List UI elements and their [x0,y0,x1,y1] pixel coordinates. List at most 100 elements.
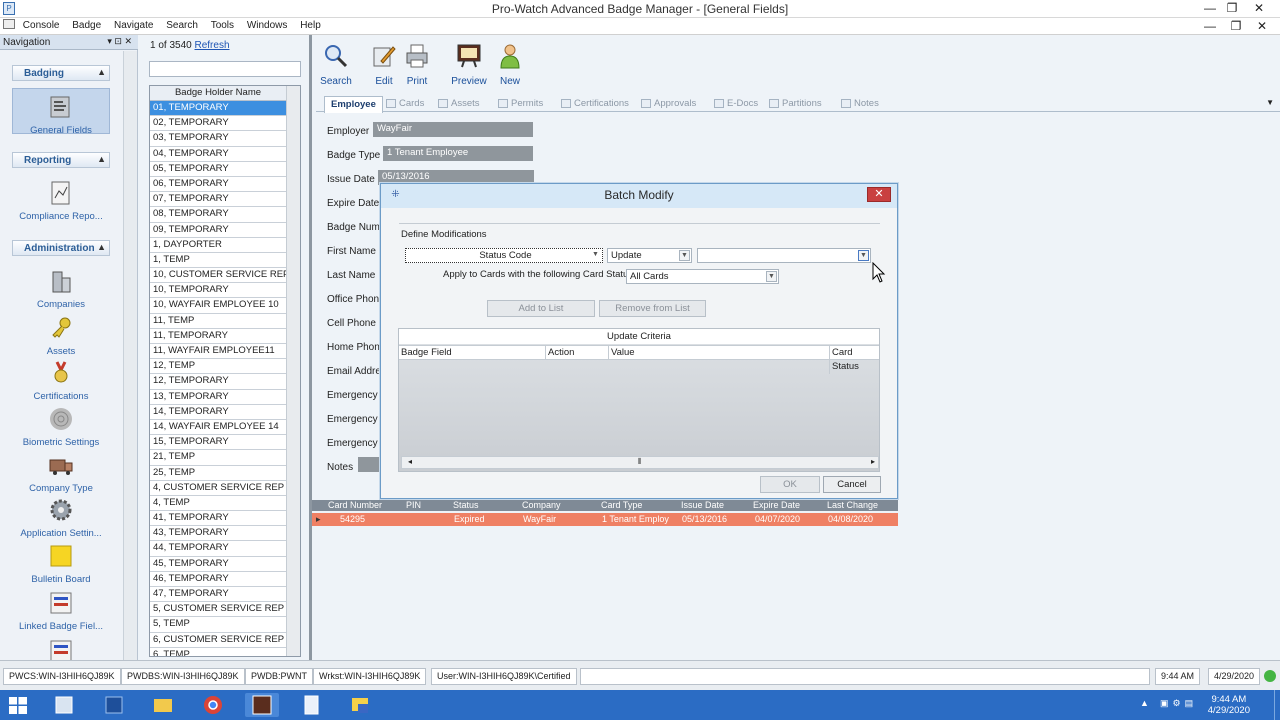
tab-assets[interactable]: Assets [436,96,480,112]
mdi-minimize-button[interactable]: — [1196,18,1224,35]
list-item[interactable]: 10, WAYFAIR EMPLOYEE 10 [150,298,288,314]
list-item[interactable]: 05, TEMPORARY [150,162,288,177]
list-item[interactable]: 41, TEMPORARY [150,511,288,527]
preview-button[interactable]: Preview [449,43,489,87]
taskbar-powershell-icon[interactable] [97,693,131,717]
list-item[interactable]: 04, TEMPORARY [150,147,288,162]
notes-field[interactable] [358,457,382,472]
list-item[interactable]: 03, TEMPORARY [150,131,288,147]
nav-linked-badge-fields[interactable]: Linked Badge Fiel... [12,590,110,632]
remove-from-list-button[interactable]: Remove from List [599,300,706,317]
taskbar-server-manager-icon[interactable] [47,693,81,717]
navigation-scrollbar[interactable] [123,51,137,660]
list-item[interactable]: 6, TEMP [150,648,288,656]
col-card-number[interactable]: Card Number [328,500,382,510]
criteria-horizontal-scrollbar[interactable]: ◂ ⦀ ▸ [401,456,879,469]
nav-more-item[interactable] [12,638,110,660]
col-action[interactable]: Action [545,346,574,360]
tab-cards[interactable]: Cards [384,96,424,112]
refresh-link[interactable]: Refresh [195,40,230,51]
list-item[interactable]: 15, TEMPORARY [150,435,288,451]
col-value[interactable]: Value [608,346,635,360]
tray-expand-icon[interactable]: ▲ [1140,698,1149,708]
collapse-icon[interactable]: ▲ [97,67,106,77]
list-item[interactable]: 43, TEMPORARY [150,526,288,542]
tab-employee[interactable]: Employee [324,96,383,113]
list-item[interactable]: 13, TEMPORARY [150,390,288,405]
badge-type-field[interactable]: 1 Tenant Employee [383,146,533,161]
list-item[interactable]: 14, WAYFAIR EMPLOYEE 14 [150,420,288,436]
nav-application-settings[interactable]: Application Settin... [12,497,110,539]
col-card-type[interactable]: Card Type [601,500,642,510]
card-status-combo[interactable]: All Cards ▼ [626,269,779,284]
list-item[interactable]: 4, TEMP [150,496,288,512]
ok-button[interactable]: OK [760,476,820,493]
list-item[interactable]: 4, CUSTOMER SERVICE REP [150,481,288,496]
col-issue-date[interactable]: Issue Date [681,500,724,510]
nav-assets[interactable]: Assets [12,315,110,357]
taskbar-explorer-icon[interactable] [146,693,180,717]
section-reporting[interactable]: Reporting ▲ [12,152,110,168]
menu-badge[interactable]: Badge [67,18,106,33]
nav-compliance-report[interactable]: Compliance Repo... [12,180,110,222]
taskbar-document-icon[interactable] [294,693,328,717]
list-item[interactable]: 46, TEMPORARY [150,572,288,587]
badge-field-combo[interactable]: Status Code ▼ [405,248,603,263]
list-item[interactable]: 25, TEMP [150,466,288,481]
pane-controls-icon[interactable]: ▾ ⊡ ✕ [107,36,132,47]
nav-company-type[interactable]: Company Type [12,452,110,494]
col-badge-field[interactable]: Badge Field [401,346,452,360]
chevron-down-icon[interactable]: ▼ [766,271,777,282]
dialog-title-bar[interactable]: ⁜ Batch Modify ✕ [381,184,897,208]
list-item[interactable]: 11, TEMP [150,314,288,329]
list-item[interactable]: 12, TEMP [150,359,288,375]
list-item[interactable]: 47, TEMPORARY [150,587,288,603]
chevron-down-icon[interactable]: ▼ [590,250,601,261]
list-item[interactable]: 5, CUSTOMER SERVICE REP [150,602,288,618]
collapse-icon[interactable]: ▲ [97,154,106,164]
list-item[interactable]: 11, WAYFAIR EMPLOYEE11 [150,344,288,360]
nav-companies[interactable]: Companies [12,268,110,310]
print-button[interactable]: Print [397,43,437,87]
list-item[interactable]: 6, CUSTOMER SERVICE REP [150,633,288,648]
list-item[interactable]: 1, TEMP [150,253,288,269]
tab-overflow-icon[interactable]: ▼ [1266,98,1274,107]
scroll-right-icon[interactable]: ▸ [871,457,875,466]
employer-field[interactable]: WayFair [373,122,533,137]
col-last-change[interactable]: Last Change [827,500,878,510]
tab-edocs[interactable]: E-Docs [712,96,758,112]
menu-navigate[interactable]: Navigate [109,18,158,33]
new-button[interactable]: New [490,43,530,87]
restore-button[interactable]: ❐ [1218,0,1246,17]
scroll-left-icon[interactable]: ◂ [408,457,412,466]
taskbar-app-icon[interactable] [343,693,377,717]
list-item[interactable]: 02, TEMPORARY [150,116,288,132]
menu-console[interactable]: Console [18,18,65,33]
taskbar-clock[interactable]: 9:44 AM 4/29/2020 [1208,694,1250,716]
card-row[interactable]: ▸ 54295 Expired WayFair 1 Tenant Employ … [312,513,898,526]
list-item[interactable]: 11, TEMPORARY [150,329,288,344]
list-scrollbar[interactable] [286,86,300,656]
tab-certifications[interactable]: Certifications [559,96,629,112]
value-combo[interactable]: ▼ [697,248,871,263]
action-combo[interactable]: Update ▼ [607,248,692,263]
list-search-input[interactable] [149,61,301,77]
taskbar-chrome-icon[interactable] [196,693,230,717]
list-item[interactable]: 10, CUSTOMER SERVICE REP [150,268,288,284]
nav-general-fields[interactable]: General Fields [12,88,110,136]
nav-certifications[interactable]: Certifications [12,360,110,402]
column-header-badge-holder-name[interactable]: Badge Holder Name [150,86,300,101]
windows-start-icon[interactable] [9,697,27,714]
mdi-restore-button[interactable]: ❐ [1222,18,1250,35]
collapse-icon[interactable]: ▲ [97,242,106,252]
list-item[interactable]: 5, TEMP [150,617,288,633]
menu-help[interactable]: Help [295,18,326,33]
mdi-doc-icon[interactable] [3,19,15,29]
list-item[interactable]: 07, TEMPORARY [150,192,288,208]
list-item[interactable]: 08, TEMPORARY [150,207,288,223]
cancel-button[interactable]: Cancel [823,476,881,493]
list-item[interactable]: 12, TEMPORARY [150,374,288,390]
list-item[interactable]: 10, TEMPORARY [150,283,288,299]
col-company[interactable]: Company [522,500,561,510]
menu-search[interactable]: Search [161,18,203,33]
